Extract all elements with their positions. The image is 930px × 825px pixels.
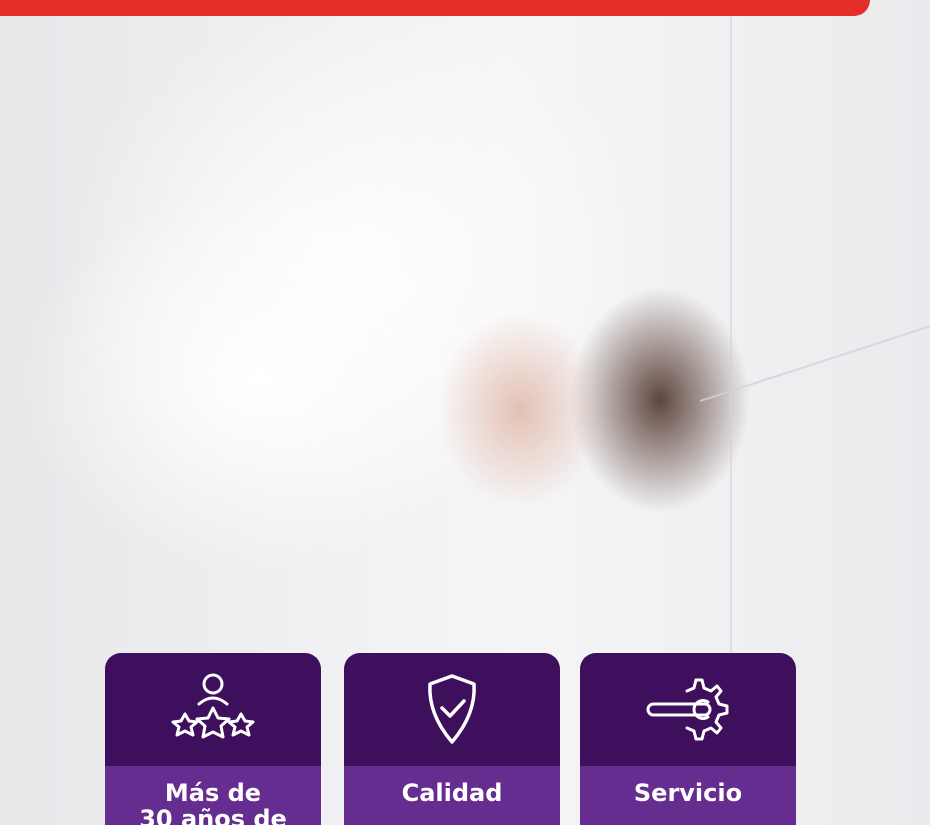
feature-label-line: Calidad	[401, 779, 503, 807]
feature-label-line: Más de	[164, 779, 262, 807]
header-bar	[0, 0, 870, 16]
feature-card-label: Servicio	[580, 766, 796, 825]
feature-label-line: Servicio	[633, 779, 743, 807]
feature-card-icon-area	[580, 653, 796, 766]
feature-card-quality: Calidad	[344, 653, 560, 825]
feature-card-service: Servicio	[580, 653, 796, 825]
feature-label-line: 30 años de	[139, 805, 287, 825]
service-gear-wrench-icon	[646, 678, 729, 740]
feature-card-experience: Más de 30 años de	[105, 653, 321, 825]
feature-card-icon-area	[105, 653, 321, 766]
feature-card-label: Más de 30 años de	[105, 766, 321, 825]
feature-card-icon-area	[344, 653, 560, 766]
shield-check-icon	[428, 673, 476, 744]
feature-card-label: Calidad	[344, 766, 560, 825]
rating-stars-person-icon	[171, 673, 255, 738]
